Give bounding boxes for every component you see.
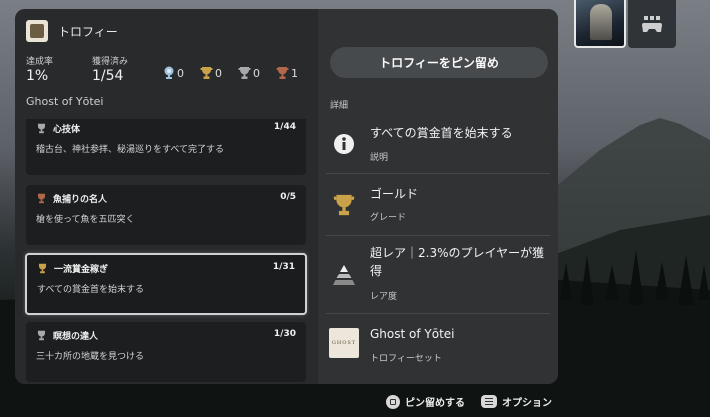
gold-count-value: 0 <box>215 67 222 80</box>
platinum-trophy-icon <box>164 66 174 79</box>
rarity-value: 超レア｜2.3%のプレイヤーが獲得 <box>370 246 545 278</box>
game-tile-art <box>590 4 612 40</box>
rarity-pyramid-icon <box>331 262 357 288</box>
trophy-description: すべての賞金首を始末する <box>37 285 145 295</box>
trophy-name: 一流賞金稼ぎ <box>54 265 109 275</box>
trophy-detail-pane: トロフィーをピン留め 詳細 すべての賞金首を始末する 説明 ゴールド グレード … <box>318 9 558 384</box>
silver-count: 0 <box>238 66 260 80</box>
page-title: トロフィー <box>58 24 118 39</box>
rarity-label: レア度 <box>370 292 398 302</box>
trophy-card[interactable]: 心技体 1/44 稽古台、神社参拝、秘湯巡りをすべて完了する <box>26 119 306 175</box>
silver-trophy-icon <box>238 67 251 79</box>
detail-trophy-set-row: GHOST Ghost of Yōtei トロフィーセット <box>326 314 550 376</box>
bronze-trophy-icon <box>276 67 289 79</box>
square-button-icon <box>386 394 400 409</box>
trophy-list: 心技体 1/44 稽古台、神社参拝、秘湯巡りをすべて完了する 魚捕りの名人 0/… <box>23 119 309 384</box>
grade-value: ゴールド <box>370 187 419 201</box>
options-button-icon <box>481 395 497 408</box>
trophy-progress: 1/30 <box>273 329 296 339</box>
achievement-rate-value: 1% <box>26 68 49 84</box>
game-thumbnail <box>26 20 48 42</box>
info-icon <box>331 131 357 157</box>
gold-trophy-icon <box>331 192 357 218</box>
achievement-rate-label: 達成率 <box>26 57 54 67</box>
trophy-progress: 1/31 <box>272 262 295 272</box>
trophy-progress: 1/44 <box>273 122 296 132</box>
trophy-description: 三十カ所の地蔵を見つける <box>36 352 145 362</box>
pin-action-hint[interactable]: ピン留めする <box>386 394 465 409</box>
detail-description-row: すべての賞金首を始末する 説明 <box>326 115 550 174</box>
platinum-count: 0 <box>163 66 184 80</box>
detail-rarity-row: 超レア｜2.3%のプレイヤーが獲得 レア度 <box>326 236 550 314</box>
description-label: 説明 <box>370 153 389 163</box>
gold-trophy-icon <box>38 263 47 274</box>
detail-grade-row: ゴールド グレード <box>326 174 550 236</box>
options-action-label: オプション <box>502 398 552 409</box>
grade-label: グレード <box>370 213 407 223</box>
trophy-name: 魚捕りの名人 <box>53 195 108 205</box>
options-action-hint[interactable]: オプション <box>481 394 552 409</box>
game-library-tile[interactable] <box>628 0 676 48</box>
game-tile[interactable] <box>574 0 626 48</box>
pin-trophy-button[interactable]: トロフィーをピン留め <box>330 47 548 78</box>
details-heading: 詳細 <box>330 101 349 111</box>
trophy-name: 心技体 <box>53 125 81 135</box>
game-set-thumbnail: GHOST <box>329 328 359 358</box>
bronze-trophy-icon <box>37 193 46 204</box>
silver-trophy-icon <box>37 330 46 341</box>
trophy-set-value: Ghost of Yōtei <box>370 327 455 341</box>
trophy-list-pane: トロフィー 達成率 1% 獲得済み 1/54 0 0 0 1 Ghost of … <box>15 9 318 384</box>
trophy-card[interactable]: 魚捕りの名人 0/5 槍を使って魚を五匹突く <box>26 185 306 245</box>
set-thumb-text: GHOST <box>331 340 357 346</box>
description-value: すべての賞金首を始末する <box>370 126 513 140</box>
earned-label: 獲得済み <box>92 57 129 67</box>
silver-count-value: 0 <box>253 67 260 80</box>
trophy-card-selected[interactable]: 一流賞金稼ぎ 1/31 すべての賞金首を始末する <box>25 253 307 315</box>
gold-count: 0 <box>200 66 222 80</box>
bronze-count: 1 <box>276 66 298 80</box>
trophy-description: 槍を使って魚を五匹突く <box>36 215 135 225</box>
bronze-count-value: 1 <box>291 67 298 80</box>
trophy-card[interactable]: 瞑想の達人 1/30 三十カ所の地蔵を見つける <box>26 322 306 382</box>
platinum-count-value: 0 <box>177 67 184 80</box>
trophy-name: 瞑想の達人 <box>53 332 99 342</box>
trophy-description: 稽古台、神社参拝、秘湯巡りをすべて完了する <box>36 145 225 155</box>
silver-trophy-icon <box>37 123 46 134</box>
trophy-set-label: トロフィーセット <box>370 354 442 364</box>
gold-trophy-icon <box>200 67 213 79</box>
trophy-progress: 0/5 <box>280 192 296 202</box>
controller-grid-icon <box>642 16 662 32</box>
trophy-panel: トロフィー 達成率 1% 獲得済み 1/54 0 0 0 1 Ghost of … <box>15 9 558 384</box>
pin-action-label: ピン留めする <box>405 398 465 409</box>
game-name: Ghost of Yōtei <box>26 95 104 108</box>
panel-header: トロフィー <box>26 20 118 42</box>
earned-value: 1/54 <box>92 68 124 84</box>
